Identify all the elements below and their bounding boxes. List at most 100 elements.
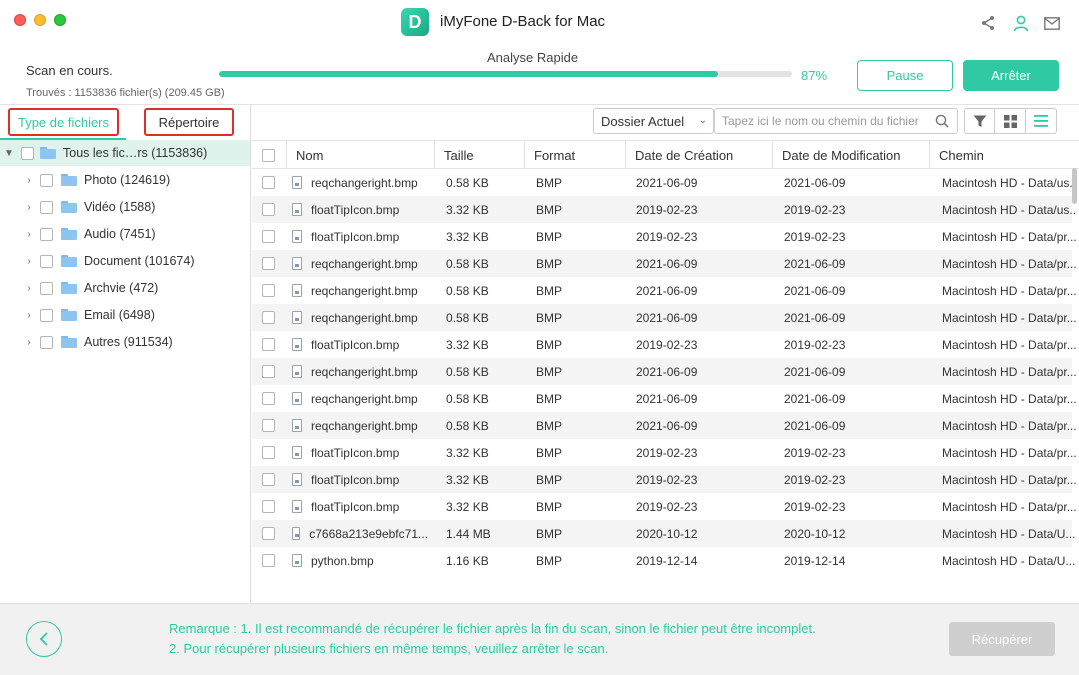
table-row[interactable]: floatTipIcon.bmp 3.32 KB BMP 2019-02-23 2019… <box>252 331 1077 358</box>
column-header-created[interactable]: Date de Création <box>625 141 772 169</box>
table-row[interactable]: reqchangeright.bmp 0.58 KB BMP 2021-06-09 20… <box>252 385 1077 412</box>
list-view-button[interactable] <box>1026 108 1057 134</box>
checkbox[interactable] <box>40 227 53 241</box>
file-icon <box>292 338 302 351</box>
checkbox[interactable] <box>40 254 53 268</box>
row-checkbox[interactable] <box>262 365 275 378</box>
chevron-right-icon[interactable]: › <box>24 283 34 294</box>
zoom-window-button[interactable] <box>54 14 66 26</box>
table-row[interactable]: c7668a213e9ebfc71... 1.44 MB BMP 2020-10-12… <box>252 520 1075 547</box>
tree-item[interactable]: › Audio (7451) <box>0 221 250 247</box>
mail-icon[interactable] <box>1043 14 1061 32</box>
grid-view-button[interactable] <box>995 108 1026 134</box>
column-header-modified[interactable]: Date de Modification <box>772 141 929 169</box>
share-icon[interactable] <box>979 14 997 32</box>
cell-created-text: 2019-02-23 <box>636 337 698 352</box>
search-icon[interactable] <box>935 114 949 131</box>
chevron-right-icon[interactable]: › <box>24 175 34 186</box>
row-checkbox[interactable] <box>262 203 275 216</box>
cell-created-text: 2020-10-12 <box>636 526 698 541</box>
row-checkbox[interactable] <box>262 338 275 351</box>
cell-modified-text: 2021-06-09 <box>784 364 846 379</box>
checkbox[interactable] <box>40 281 53 295</box>
row-checkbox-cell <box>262 385 275 412</box>
pause-button[interactable]: Pause <box>857 60 953 91</box>
checkbox[interactable] <box>40 200 53 214</box>
chevron-right-icon[interactable]: › <box>24 337 34 348</box>
table-row[interactable]: reqchangeright.bmp 0.58 KB BMP 2021-06-09 20… <box>252 250 1077 277</box>
minimize-window-button[interactable] <box>34 14 46 26</box>
row-checkbox[interactable] <box>262 527 275 540</box>
row-checkbox[interactable] <box>262 554 275 567</box>
cell-created: 2021-06-09 <box>636 358 776 385</box>
row-checkbox[interactable] <box>262 446 275 459</box>
row-checkbox[interactable] <box>262 419 275 432</box>
cell-modified: 2020-10-12 <box>784 520 924 547</box>
recover-button[interactable]: Récupérer <box>949 622 1055 656</box>
stop-button[interactable]: Arrêter <box>963 60 1059 91</box>
user-icon[interactable] <box>1012 14 1030 32</box>
table-row[interactable]: reqchangeright.bmp 0.58 KB BMP 2021-06-09 20… <box>252 304 1077 331</box>
row-checkbox[interactable] <box>262 500 275 513</box>
cell-path-text: Macintosh HD - Data/us... <box>942 202 1077 217</box>
column-header-format[interactable]: Format <box>524 141 625 169</box>
tab-file-type[interactable]: Type de fichiers <box>8 108 119 136</box>
table-row[interactable]: reqchangeright.bmp 0.58 KB BMP 2021-06-09 20… <box>252 277 1077 304</box>
chevron-down-icon[interactable]: ▼ <box>4 148 14 159</box>
row-checkbox[interactable] <box>262 176 275 189</box>
cell-size-text: 3.32 KB <box>446 499 489 514</box>
select-all-checkbox[interactable] <box>262 148 275 162</box>
chevron-right-icon[interactable]: › <box>24 202 34 213</box>
search-input[interactable] <box>722 114 932 128</box>
table-row[interactable]: floatTipIcon.bmp 3.32 KB BMP 2019-02-23 2019… <box>252 466 1077 493</box>
table-row[interactable]: floatTipIcon.bmp 3.32 KB BMP 2019-02-23 2019… <box>252 439 1077 466</box>
tree-item[interactable]: › Archvie (472) <box>0 275 250 301</box>
table-row[interactable]: reqchangeright.bmp 0.58 KB BMP 2021-06-09 20… <box>252 412 1077 439</box>
cell-created: 2021-06-09 <box>636 277 776 304</box>
search-field[interactable] <box>714 108 958 134</box>
tab-directory[interactable]: Répertoire <box>144 108 234 136</box>
table-row[interactable]: python.bmp 1.16 KB BMP 2019-12-14 2019-12-14… <box>252 547 1075 572</box>
close-window-button[interactable] <box>14 14 26 26</box>
checkbox[interactable] <box>40 173 53 187</box>
chevron-right-icon[interactable]: › <box>24 229 34 240</box>
tree-item-all-files[interactable]: ▼ Tous les fic…rs (1153836) <box>0 140 250 166</box>
scan-status-text: Scan en cours. <box>26 63 113 78</box>
table-row[interactable]: floatTipIcon.bmp 3.32 KB BMP 2019-02-23 2019… <box>252 223 1077 250</box>
cell-format: BMP <box>536 547 626 572</box>
filter-button[interactable] <box>964 108 995 134</box>
table-row[interactable]: reqchangeright.bmp 0.58 KB BMP 2021-06-09 20… <box>252 169 1077 196</box>
row-checkbox[interactable] <box>262 473 275 486</box>
cell-size-text: 0.58 KB <box>446 310 489 325</box>
checkbox[interactable] <box>40 308 53 322</box>
checkbox[interactable] <box>40 335 53 349</box>
cell-format-text: BMP <box>536 175 563 190</box>
table-scrollbar[interactable] <box>1072 168 1077 204</box>
chevron-right-icon[interactable]: › <box>24 256 34 267</box>
table-row[interactable]: reqchangeright.bmp 0.58 KB BMP 2021-06-09 20… <box>252 358 1077 385</box>
tree-item[interactable]: › Vidéo (1588) <box>0 194 250 220</box>
cell-modified: 2021-06-09 <box>784 412 924 439</box>
table-row[interactable]: floatTipIcon.bmp 3.32 KB BMP 2019-02-23 2019… <box>252 196 1077 223</box>
cell-created: 2019-02-23 <box>636 331 776 358</box>
row-checkbox-cell <box>262 493 275 520</box>
tree-item[interactable]: › Autres (911534) <box>0 329 250 355</box>
row-checkbox[interactable] <box>262 392 275 405</box>
cell-path: Macintosh HD - Data/us... <box>942 196 1077 223</box>
tree-item[interactable]: › Email (6498) <box>0 302 250 328</box>
row-checkbox[interactable] <box>262 230 275 243</box>
row-checkbox[interactable] <box>262 257 275 270</box>
row-checkbox[interactable] <box>262 284 275 297</box>
folder-scope-select[interactable]: Dossier Actuel ⌄ <box>593 108 714 134</box>
chevron-right-icon[interactable]: › <box>24 310 34 321</box>
column-header-size[interactable]: Taille <box>434 141 524 169</box>
tree-item[interactable]: › Photo (124619) <box>0 167 250 193</box>
table-row[interactable]: floatTipIcon.bmp 3.32 KB BMP 2019-02-23 2019… <box>252 493 1077 520</box>
back-button[interactable] <box>26 621 62 657</box>
tree-item[interactable]: › Document (101674) <box>0 248 250 274</box>
column-header-path[interactable]: Chemin <box>929 141 1079 169</box>
tree-item-label: Tous les fic…rs (1153836) <box>63 146 208 160</box>
checkbox[interactable] <box>21 146 34 160</box>
column-header-name[interactable]: Nom <box>286 141 434 169</box>
row-checkbox[interactable] <box>262 311 275 324</box>
